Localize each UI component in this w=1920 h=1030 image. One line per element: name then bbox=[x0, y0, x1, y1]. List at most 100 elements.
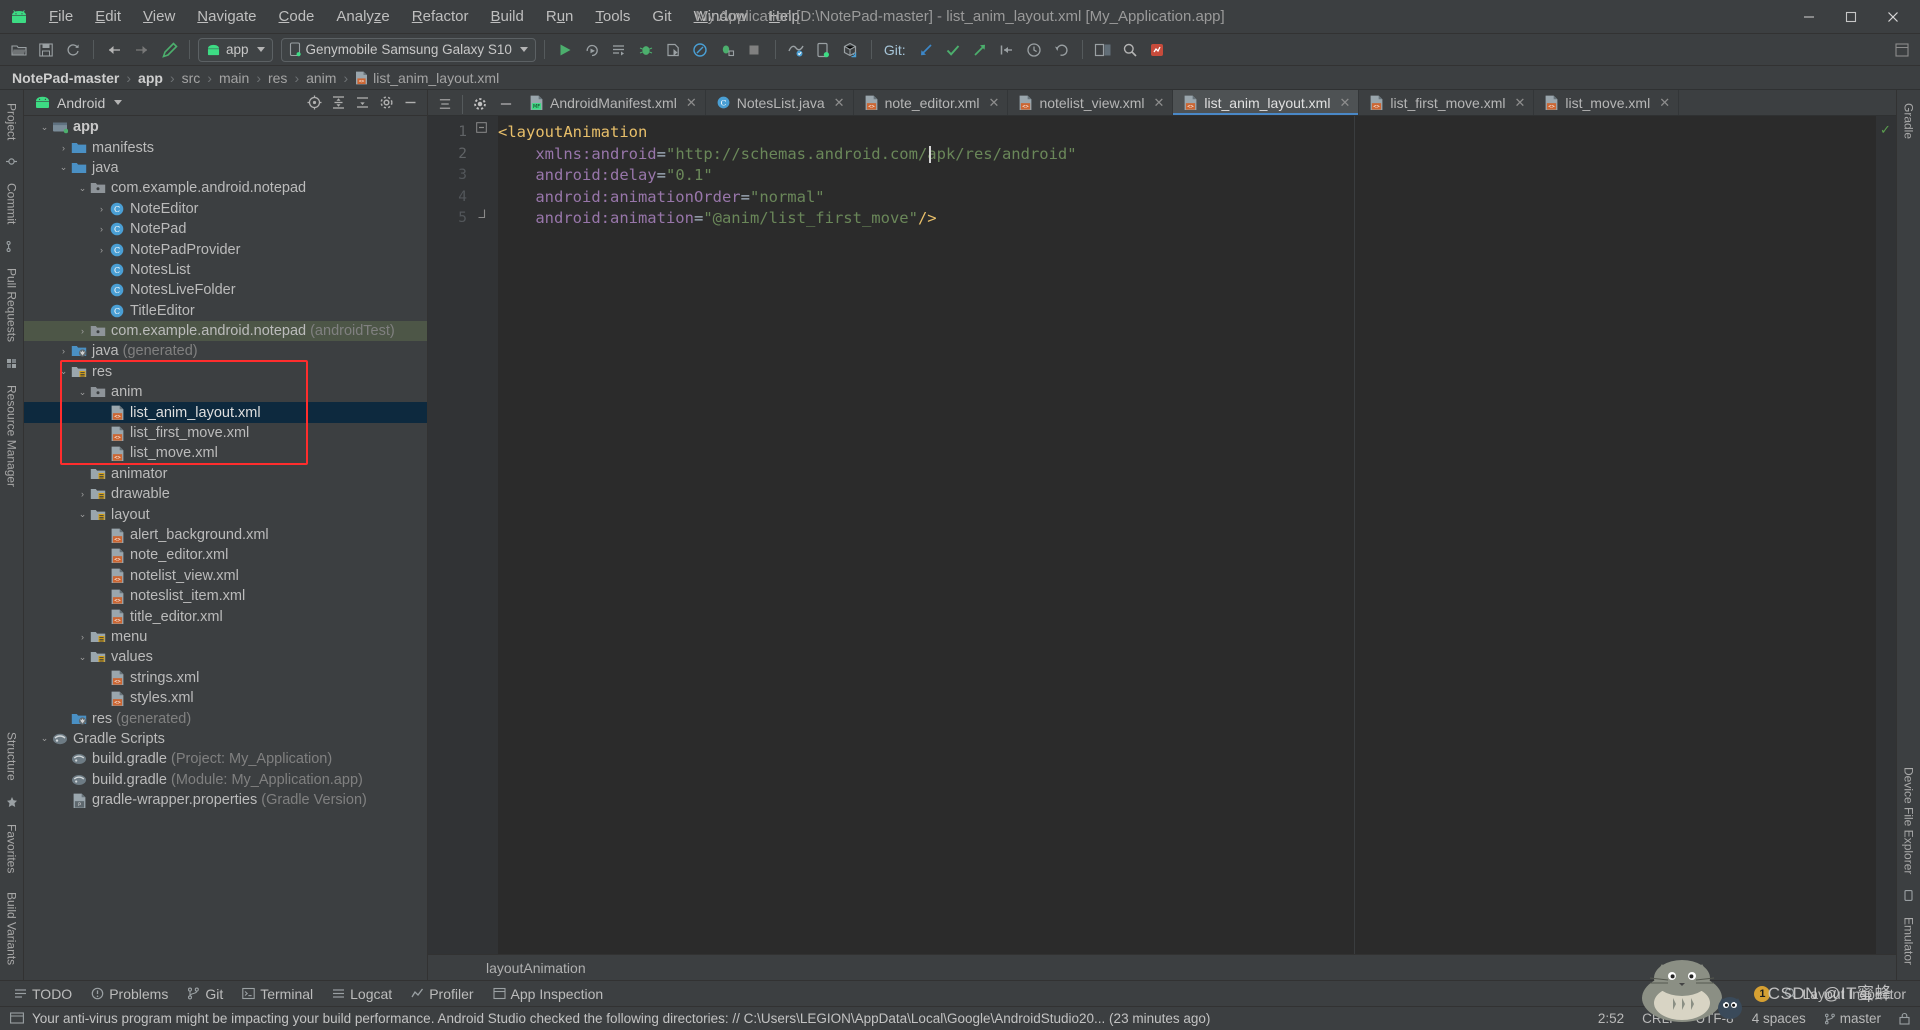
avd-manager-icon[interactable] bbox=[811, 38, 836, 62]
editor-tab-close-icon[interactable]: ✕ bbox=[686, 95, 697, 111]
run-with-coverage-icon[interactable] bbox=[688, 38, 713, 62]
tree-expander[interactable]: › bbox=[57, 143, 70, 153]
expand-icon[interactable] bbox=[351, 93, 373, 113]
module-selector[interactable]: app bbox=[198, 37, 273, 62]
minimize-button[interactable] bbox=[1788, 1, 1830, 33]
editor-tab-list-anim-layout-xml[interactable]: <> list_anim_layout.xml ✕ bbox=[1173, 90, 1360, 115]
menu-refactor[interactable]: Refactor bbox=[401, 4, 480, 29]
breadcrumb-item-5[interactable]: anim bbox=[306, 70, 336, 86]
git-commit-icon[interactable] bbox=[941, 38, 966, 62]
editor-tab-close-icon[interactable]: ✕ bbox=[834, 95, 845, 111]
code-line[interactable]: android:animationOrder="normal" bbox=[498, 187, 1876, 209]
target-icon[interactable] bbox=[303, 93, 325, 113]
hide-panel-icon[interactable] bbox=[399, 93, 421, 113]
open-folder-icon[interactable] bbox=[6, 38, 31, 62]
code-line[interactable]: xmlns:android="http://schemas.android.co… bbox=[498, 144, 1876, 166]
menu-analyze[interactable]: Analyze bbox=[325, 4, 400, 29]
tree-expander[interactable]: ⌄ bbox=[76, 652, 89, 663]
code-line[interactable]: <layoutAnimation bbox=[498, 122, 1876, 144]
debug-icon[interactable] bbox=[634, 38, 659, 62]
tree-expander[interactable]: ⌄ bbox=[76, 509, 89, 520]
tree-node-animator[interactable]: animator bbox=[24, 464, 427, 484]
code-content[interactable]: <layoutAnimation xmlns:android="http://s… bbox=[498, 116, 1876, 954]
tool-layout-inspector[interactable]: Layout Inspector bbox=[1776, 984, 1914, 1004]
menu-code[interactable]: Code bbox=[268, 4, 326, 29]
history-clock-icon[interactable] bbox=[1022, 38, 1047, 62]
tree-expander[interactable]: ⌄ bbox=[76, 387, 89, 398]
tool-logcat[interactable]: Logcat bbox=[324, 984, 400, 1004]
tree-node-com-example-android-notepad[interactable]: ⌄ com.example.android.notepad bbox=[24, 178, 427, 198]
sync-icon[interactable] bbox=[60, 38, 85, 62]
tree-node-build-gradle[interactable]: build.gradle (Module: My_Application.app… bbox=[24, 770, 427, 790]
fold-gutter[interactable] bbox=[476, 116, 498, 954]
tree-node-noteslist[interactable]: C NotesList bbox=[24, 260, 427, 280]
editor-tab-noteslist-java[interactable]: C NotesList.java ✕ bbox=[706, 90, 854, 115]
menu-navigate[interactable]: Navigate bbox=[186, 4, 267, 29]
rail-item-resource-manager[interactable]: Resource Manager bbox=[5, 376, 19, 496]
rail-item-gradle[interactable]: Gradle bbox=[1902, 94, 1916, 148]
tree-node-title-editor-xml[interactable]: <> title_editor.xml bbox=[24, 606, 427, 626]
back-arrow-icon[interactable] bbox=[102, 38, 127, 62]
tree-expander[interactable]: › bbox=[76, 632, 89, 642]
search-everywhere-icon[interactable] bbox=[1118, 38, 1143, 62]
file-encoding[interactable]: UTF-8 bbox=[1695, 1011, 1733, 1026]
tree-node-notepadprovider[interactable]: › C NotePadProvider bbox=[24, 239, 427, 259]
rerun-icon[interactable] bbox=[580, 38, 605, 62]
tool-app-inspection[interactable]: App Inspection bbox=[485, 984, 612, 1004]
tree-node-com-example-android-notepad[interactable]: › com.example.android.notepad (androidTes… bbox=[24, 320, 427, 342]
tree-node-app[interactable]: ⌄ app bbox=[24, 117, 427, 137]
breadcrumb-item-3[interactable]: main bbox=[219, 70, 249, 86]
settings-gear-icon[interactable] bbox=[467, 92, 493, 116]
editor-tab-close-icon[interactable]: ✕ bbox=[1659, 95, 1670, 111]
code-line[interactable]: android:delay="0.1" bbox=[498, 165, 1876, 187]
tree-node-build-gradle[interactable]: build.gradle (Project: My_Application) bbox=[24, 749, 427, 769]
tree-node-titleeditor[interactable]: C TitleEditor bbox=[24, 301, 427, 321]
settings-gear-icon[interactable] bbox=[375, 93, 397, 113]
profiler-red-icon[interactable] bbox=[1145, 38, 1170, 62]
menu-git[interactable]: Git bbox=[641, 4, 682, 29]
tree-node-notelist-view-xml[interactable]: <> notelist_view.xml bbox=[24, 566, 427, 586]
menu-build[interactable]: Build bbox=[479, 4, 534, 29]
fold-marker[interactable] bbox=[476, 208, 498, 230]
editor-tab-close-icon[interactable]: ✕ bbox=[989, 95, 1000, 111]
editor-tab-notelist-view-xml[interactable]: <> notelist_view.xml ✕ bbox=[1008, 90, 1174, 115]
tree-expander[interactable]: ⌄ bbox=[57, 366, 70, 377]
hamburger-icon[interactable] bbox=[10, 1012, 24, 1025]
tool-profiler[interactable]: Profiler bbox=[403, 984, 481, 1004]
notification-badge[interactable]: 1 bbox=[1754, 985, 1771, 1002]
sdk-manager-icon[interactable] bbox=[784, 38, 809, 62]
fold-marker[interactable] bbox=[476, 122, 498, 144]
lock-icon[interactable] bbox=[1899, 1012, 1910, 1025]
rail-item-pull-requests[interactable]: Pull Requests bbox=[5, 259, 19, 351]
inspection-gutter[interactable]: ✓ bbox=[1876, 116, 1896, 954]
attach-debugger-icon[interactable] bbox=[661, 38, 686, 62]
breadcrumb-item-1[interactable]: app bbox=[138, 70, 163, 86]
device-manager-icon[interactable] bbox=[838, 38, 863, 62]
tool-problems[interactable]: Problems bbox=[83, 984, 176, 1004]
menu-tools[interactable]: Tools bbox=[584, 4, 641, 29]
breadcrumb-item-0[interactable]: NotePad-master bbox=[12, 70, 119, 86]
tree-node-list-first-move-xml[interactable]: <> list_first_move.xml bbox=[24, 423, 427, 443]
tree-node-noteeditor[interactable]: › C NoteEditor bbox=[24, 199, 427, 219]
tree-node-list-anim-layout-xml[interactable]: <> list_anim_layout.xml bbox=[24, 402, 427, 423]
editor-tab-note-editor-xml[interactable]: <> note_editor.xml ✕ bbox=[854, 90, 1009, 115]
device-file-explorer-icon[interactable] bbox=[1091, 38, 1116, 62]
code-editor[interactable]: 1 2 3 4 5 <layoutAnimation xmlns:android="ht… bbox=[428, 116, 1896, 954]
breadcrumb-item-4[interactable]: res bbox=[268, 70, 287, 86]
tree-node-note-editor-xml[interactable]: <> note_editor.xml bbox=[24, 545, 427, 565]
editor-tab-close-icon[interactable]: ✕ bbox=[1153, 95, 1164, 111]
editor-tab-close-icon[interactable]: ✕ bbox=[1515, 95, 1526, 111]
editor-tab-androidmanifest-xml[interactable]: MF AndroidManifest.xml ✕ bbox=[519, 90, 706, 115]
tree-node-notepad[interactable]: › C NotePad bbox=[24, 219, 427, 239]
line-separator[interactable]: CRLF bbox=[1642, 1011, 1677, 1026]
rail-item-emulator[interactable]: Emulator bbox=[1902, 908, 1916, 974]
git-push-icon[interactable] bbox=[968, 38, 993, 62]
menu-view[interactable]: View bbox=[132, 4, 186, 29]
tree-expander[interactable]: ⌄ bbox=[57, 162, 70, 173]
stop-icon[interactable] bbox=[742, 38, 767, 62]
tree-node-layout[interactable]: ⌄ layout bbox=[24, 504, 427, 524]
tree-node-noteslist-item-xml[interactable]: <> noteslist_item.xml bbox=[24, 586, 427, 606]
tool-git[interactable]: Git bbox=[179, 984, 231, 1004]
tree-node-res[interactable]: ⌄ res bbox=[24, 362, 427, 382]
tree-node-list-move-xml[interactable]: <> list_move.xml bbox=[24, 443, 427, 463]
